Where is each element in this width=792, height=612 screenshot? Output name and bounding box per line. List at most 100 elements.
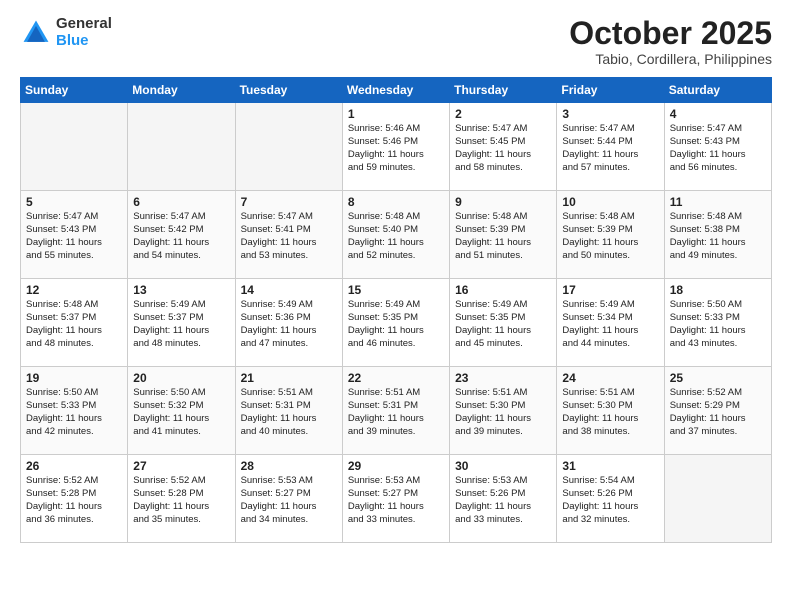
weekday-header: Thursday <box>450 78 557 103</box>
day-info: Sunrise: 5:52 AM Sunset: 5:29 PM Dayligh… <box>670 387 766 438</box>
day-info: Sunrise: 5:48 AM Sunset: 5:37 PM Dayligh… <box>26 299 122 350</box>
calendar-week-row: 5 Sunrise: 5:47 AM Sunset: 5:43 PM Daylig… <box>21 191 772 279</box>
day-info: Sunrise: 5:48 AM Sunset: 5:39 PM Dayligh… <box>562 211 658 262</box>
day-info: Sunrise: 5:48 AM Sunset: 5:40 PM Dayligh… <box>348 211 444 262</box>
day-number: 20 <box>133 371 229 385</box>
weekday-header: Saturday <box>664 78 771 103</box>
day-info: Sunrise: 5:52 AM Sunset: 5:28 PM Dayligh… <box>26 475 122 526</box>
day-info: Sunrise: 5:50 AM Sunset: 5:33 PM Dayligh… <box>670 299 766 350</box>
weekday-header-row: SundayMondayTuesdayWednesdayThursdayFrid… <box>21 78 772 103</box>
weekday-header: Monday <box>128 78 235 103</box>
day-number: 28 <box>241 459 337 473</box>
calendar-cell <box>235 103 342 191</box>
day-number: 15 <box>348 283 444 297</box>
page: General Blue October 2025 Tabio, Cordill… <box>0 0 792 612</box>
calendar-cell: 21 Sunrise: 5:51 AM Sunset: 5:31 PM Dayli… <box>235 367 342 455</box>
title-block: October 2025 Tabio, Cordillera, Philippi… <box>569 16 772 67</box>
calendar-cell: 22 Sunrise: 5:51 AM Sunset: 5:31 PM Dayli… <box>342 367 449 455</box>
calendar-cell: 19 Sunrise: 5:50 AM Sunset: 5:33 PM Dayli… <box>21 367 128 455</box>
day-number: 3 <box>562 107 658 121</box>
day-info: Sunrise: 5:49 AM Sunset: 5:35 PM Dayligh… <box>455 299 551 350</box>
weekday-header: Sunday <box>21 78 128 103</box>
day-info: Sunrise: 5:47 AM Sunset: 5:44 PM Dayligh… <box>562 123 658 174</box>
day-info: Sunrise: 5:51 AM Sunset: 5:30 PM Dayligh… <box>562 387 658 438</box>
calendar-cell: 11Sunrise: 5:48 AM Sunset: 5:38 PM Dayli… <box>664 191 771 279</box>
day-number: 27 <box>133 459 229 473</box>
day-number: 18 <box>670 283 766 297</box>
calendar-cell: 13Sunrise: 5:49 AM Sunset: 5:37 PM Dayli… <box>128 279 235 367</box>
day-info: Sunrise: 5:53 AM Sunset: 5:27 PM Dayligh… <box>241 475 337 526</box>
calendar-cell: 14Sunrise: 5:49 AM Sunset: 5:36 PM Dayli… <box>235 279 342 367</box>
calendar-week-row: 19 Sunrise: 5:50 AM Sunset: 5:33 PM Dayli… <box>21 367 772 455</box>
day-info: Sunrise: 5:48 AM Sunset: 5:38 PM Dayligh… <box>670 211 766 262</box>
calendar-cell: 30 Sunrise: 5:53 AM Sunset: 5:26 PM Dayli… <box>450 455 557 543</box>
day-number: 9 <box>455 195 551 209</box>
calendar-subtitle: Tabio, Cordillera, Philippines <box>569 51 772 67</box>
header: General Blue October 2025 Tabio, Cordill… <box>20 16 772 67</box>
calendar-week-row: 1 Sunrise: 5:46 AM Sunset: 5:46 PM Daylig… <box>21 103 772 191</box>
day-number: 12 <box>26 283 122 297</box>
weekday-header: Tuesday <box>235 78 342 103</box>
day-number: 19 <box>26 371 122 385</box>
calendar-cell: 4Sunrise: 5:47 AM Sunset: 5:43 PM Daylig… <box>664 103 771 191</box>
calendar-cell: 25 Sunrise: 5:52 AM Sunset: 5:29 PM Dayli… <box>664 367 771 455</box>
calendar-cell <box>664 455 771 543</box>
calendar-week-row: 26 Sunrise: 5:52 AM Sunset: 5:28 PM Dayli… <box>21 455 772 543</box>
day-number: 6 <box>133 195 229 209</box>
day-number: 7 <box>241 195 337 209</box>
calendar-cell: 23 Sunrise: 5:51 AM Sunset: 5:30 PM Dayli… <box>450 367 557 455</box>
day-info: Sunrise: 5:49 AM Sunset: 5:37 PM Dayligh… <box>133 299 229 350</box>
calendar-cell: 8Sunrise: 5:48 AM Sunset: 5:40 PM Daylig… <box>342 191 449 279</box>
calendar-cell: 5 Sunrise: 5:47 AM Sunset: 5:43 PM Daylig… <box>21 191 128 279</box>
logo-blue-text: Blue <box>56 32 89 49</box>
calendar-table: SundayMondayTuesdayWednesdayThursdayFrid… <box>20 77 772 543</box>
calendar-cell: 7 Sunrise: 5:47 AM Sunset: 5:41 PM Daylig… <box>235 191 342 279</box>
day-number: 2 <box>455 107 551 121</box>
day-number: 24 <box>562 371 658 385</box>
calendar-cell: 2Sunrise: 5:47 AM Sunset: 5:45 PM Daylig… <box>450 103 557 191</box>
logo-text: General Blue <box>56 16 112 49</box>
day-info: Sunrise: 5:53 AM Sunset: 5:27 PM Dayligh… <box>348 475 444 526</box>
logo-icon <box>20 17 52 49</box>
day-number: 16 <box>455 283 551 297</box>
day-number: 17 <box>562 283 658 297</box>
day-number: 21 <box>241 371 337 385</box>
day-info: Sunrise: 5:50 AM Sunset: 5:32 PM Dayligh… <box>133 387 229 438</box>
day-info: Sunrise: 5:47 AM Sunset: 5:41 PM Dayligh… <box>241 211 337 262</box>
day-number: 1 <box>348 107 444 121</box>
calendar-cell: 29 Sunrise: 5:53 AM Sunset: 5:27 PM Dayli… <box>342 455 449 543</box>
calendar-cell: 12 Sunrise: 5:48 AM Sunset: 5:37 PM Dayli… <box>21 279 128 367</box>
day-info: Sunrise: 5:53 AM Sunset: 5:26 PM Dayligh… <box>455 475 551 526</box>
calendar-cell: 24 Sunrise: 5:51 AM Sunset: 5:30 PM Dayli… <box>557 367 664 455</box>
logo-general-text: General <box>56 15 112 32</box>
calendar-cell: 26 Sunrise: 5:52 AM Sunset: 5:28 PM Dayli… <box>21 455 128 543</box>
weekday-header: Friday <box>557 78 664 103</box>
calendar-cell: 3 Sunrise: 5:47 AM Sunset: 5:44 PM Daylig… <box>557 103 664 191</box>
day-info: Sunrise: 5:51 AM Sunset: 5:31 PM Dayligh… <box>348 387 444 438</box>
day-number: 23 <box>455 371 551 385</box>
day-number: 14 <box>241 283 337 297</box>
calendar-cell <box>128 103 235 191</box>
day-number: 5 <box>26 195 122 209</box>
day-info: Sunrise: 5:47 AM Sunset: 5:42 PM Dayligh… <box>133 211 229 262</box>
day-number: 25 <box>670 371 766 385</box>
day-info: Sunrise: 5:51 AM Sunset: 5:30 PM Dayligh… <box>455 387 551 438</box>
calendar-cell: 27 Sunrise: 5:52 AM Sunset: 5:28 PM Dayli… <box>128 455 235 543</box>
day-info: Sunrise: 5:50 AM Sunset: 5:33 PM Dayligh… <box>26 387 122 438</box>
calendar-title: October 2025 <box>569 16 772 51</box>
day-number: 30 <box>455 459 551 473</box>
day-info: Sunrise: 5:47 AM Sunset: 5:43 PM Dayligh… <box>26 211 122 262</box>
calendar-cell: 6 Sunrise: 5:47 AM Sunset: 5:42 PM Daylig… <box>128 191 235 279</box>
calendar-cell: 31Sunrise: 5:54 AM Sunset: 5:26 PM Dayli… <box>557 455 664 543</box>
day-number: 22 <box>348 371 444 385</box>
day-info: Sunrise: 5:51 AM Sunset: 5:31 PM Dayligh… <box>241 387 337 438</box>
day-number: 4 <box>670 107 766 121</box>
day-number: 29 <box>348 459 444 473</box>
day-info: Sunrise: 5:52 AM Sunset: 5:28 PM Dayligh… <box>133 475 229 526</box>
day-info: Sunrise: 5:46 AM Sunset: 5:46 PM Dayligh… <box>348 123 444 174</box>
calendar-cell: 16 Sunrise: 5:49 AM Sunset: 5:35 PM Dayli… <box>450 279 557 367</box>
day-number: 26 <box>26 459 122 473</box>
day-info: Sunrise: 5:54 AM Sunset: 5:26 PM Dayligh… <box>562 475 658 526</box>
calendar-cell: 10Sunrise: 5:48 AM Sunset: 5:39 PM Dayli… <box>557 191 664 279</box>
weekday-header: Wednesday <box>342 78 449 103</box>
